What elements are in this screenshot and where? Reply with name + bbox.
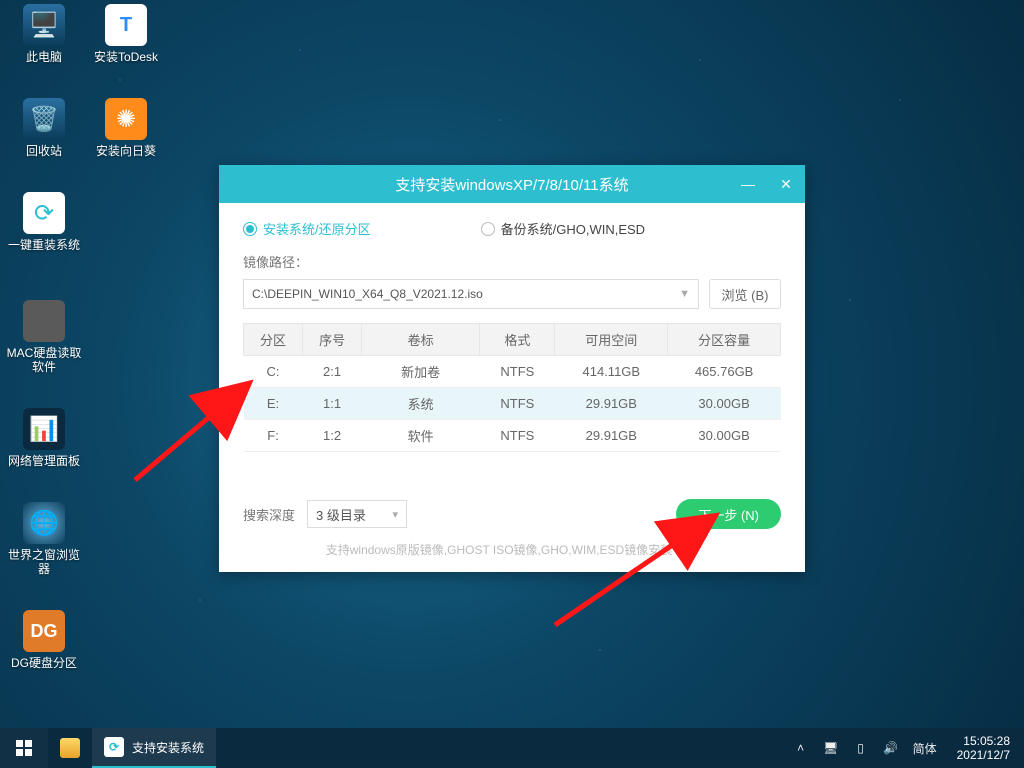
desktop-icon-browser[interactable]: 🌐 世界之窗浏览器 [6,502,82,576]
tray-volume-icon[interactable]: 🔊 [883,740,899,756]
desktop-icon-recycle[interactable]: 🗑️ 回收站 [6,98,82,158]
tray-chevron-icon[interactable]: ˄ [793,740,809,756]
tray-ime[interactable]: 简体 [913,740,937,756]
apple-icon [23,300,65,342]
cell-fmt: NTFS [480,388,555,420]
taskbar-explorer[interactable] [48,728,92,768]
cell-num: 1:2 [303,420,362,452]
radio-label: 安装系统/还原分区 [263,219,371,238]
cell-total: 30.00GB [668,388,781,420]
desktop-icon-reinstall[interactable]: ⟳ 一键重装系统 [6,192,82,252]
table-row[interactable]: C:2:1新加卷NTFS414.11GB465.76GB [244,356,781,388]
cell-num: 2:1 [303,356,362,388]
desktop-icon-label: 世界之窗浏览器 [6,548,82,576]
cell-fmt: NTFS [480,356,555,388]
taskbar-button-label: 支持安装系统 [132,739,204,756]
todesk-icon: T [105,4,147,46]
desktop-icon-label: 回收站 [6,144,82,158]
close-button[interactable]: ✕ [767,165,805,203]
radio-label: 备份系统/GHO,WIN,ESD [501,219,645,238]
sunflower-icon: ✺ [105,98,147,140]
cell-free: 29.91GB [555,420,668,452]
desktop-icon-dg[interactable]: DG DG硬盘分区 [6,610,82,670]
pc-icon: 🖥️ [23,4,65,46]
clock-date: 2021/12/7 [957,748,1010,762]
depth-label: 搜索深度 [243,505,295,524]
minimize-button[interactable]: — [729,165,767,203]
th-number: 序号 [303,324,362,356]
th-free: 可用空间 [555,324,668,356]
installer-window: 支持安装windowsXP/7/8/10/11系统 — ✕ 安装系统/还原分区 … [219,165,805,572]
chevron-down-icon: ▼ [679,288,690,300]
taskbar-installer[interactable]: ⟳ 支持安装系统 [92,728,216,768]
title-bar[interactable]: 支持安装windowsXP/7/8/10/11系统 — ✕ [219,165,805,203]
cell-vol: 新加卷 [362,356,480,388]
cell-free: 414.11GB [555,356,668,388]
windows-icon [16,740,32,756]
cell-vol: 软件 [362,420,480,452]
folder-icon [60,738,80,758]
radio-dot-icon [243,222,257,236]
start-button[interactable] [0,728,48,768]
system-tray: ˄ 🖥 ▯ 🔊 简体 15:05:28 2021/12/7 [785,734,1024,762]
desktop-icon-label: DG硬盘分区 [6,656,82,670]
radio-dot-icon [481,222,495,236]
desktop-icon-label: 安装向日葵 [88,144,164,158]
tray-battery-icon[interactable]: ▯ [853,740,869,756]
recycle-icon: 🗑️ [23,98,65,140]
desktop-icon-label: 此电脑 [6,50,82,64]
browse-button[interactable]: 浏览 (B) [709,279,781,309]
th-total: 分区容量 [668,324,781,356]
th-format: 格式 [480,324,555,356]
image-path-value: C:\DEEPIN_WIN10_X64_Q8_V2021.12.iso [252,287,483,301]
cell-total: 465.76GB [668,356,781,388]
installer-icon: ⟳ [104,737,124,757]
path-label: 镜像路径： [243,252,781,271]
depth-select[interactable]: 3 级目录 [307,500,407,528]
desktop-icon-label: 安装ToDesk [88,50,164,64]
desktop-icon-todesk[interactable]: T 安装ToDesk [88,4,164,64]
taskbar: ⟳ 支持安装系统 ˄ 🖥 ▯ 🔊 简体 15:05:28 2021/12/7 [0,728,1024,768]
partition-table: 分区 序号 卷标 格式 可用空间 分区容量 C:2:1新加卷NTFS414.11… [243,323,781,452]
cell-drive: E: [244,388,303,420]
radio-install-restore[interactable]: 安装系统/还原分区 [243,219,371,238]
taskbar-clock[interactable]: 15:05:28 2021/12/7 [951,734,1016,762]
table-row[interactable]: E:1:1系统NTFS29.91GB30.00GB [244,388,781,420]
desktop-icon-label: 网络管理面板 [6,454,82,468]
desktop-icon-sunflower[interactable]: ✺ 安装向日葵 [88,98,164,158]
dg-icon: DG [23,610,65,652]
support-text: 支持windows原版镜像,GHOST ISO镜像,GHO,WIM,ESD镜像安… [243,541,781,558]
depth-value: 3 级目录 [316,505,366,524]
th-volume: 卷标 [362,324,480,356]
cell-fmt: NTFS [480,420,555,452]
next-button[interactable]: 下一步 (N) [676,499,781,529]
window-title: 支持安装windowsXP/7/8/10/11系统 [395,174,628,195]
clock-time: 15:05:28 [957,734,1010,748]
network-icon: 📊 [23,408,65,450]
radio-backup[interactable]: 备份系统/GHO,WIN,ESD [481,219,645,238]
desktop-icon-label: 一键重装系统 [6,238,82,252]
globe-icon: 🌐 [23,502,65,544]
cell-num: 1:1 [303,388,362,420]
cell-drive: F: [244,420,303,452]
desktop-icon-netpanel[interactable]: 📊 网络管理面板 [6,408,82,468]
cell-free: 29.91GB [555,388,668,420]
desktop-icon-macdisk[interactable]: MAC硬盘读取软件 [6,300,82,374]
image-path-dropdown[interactable]: C:\DEEPIN_WIN10_X64_Q8_V2021.12.iso ▼ [243,279,699,309]
cell-total: 30.00GB [668,420,781,452]
cell-drive: C: [244,356,303,388]
th-partition: 分区 [244,324,303,356]
cell-vol: 系统 [362,388,480,420]
tray-monitor-icon[interactable]: 🖥 [823,740,839,756]
reinstall-icon: ⟳ [23,192,65,234]
desktop-icon-pc[interactable]: 🖥️ 此电脑 [6,4,82,64]
table-row[interactable]: F:1:2软件NTFS29.91GB30.00GB [244,420,781,452]
desktop-icon-label: MAC硬盘读取软件 [6,346,82,374]
